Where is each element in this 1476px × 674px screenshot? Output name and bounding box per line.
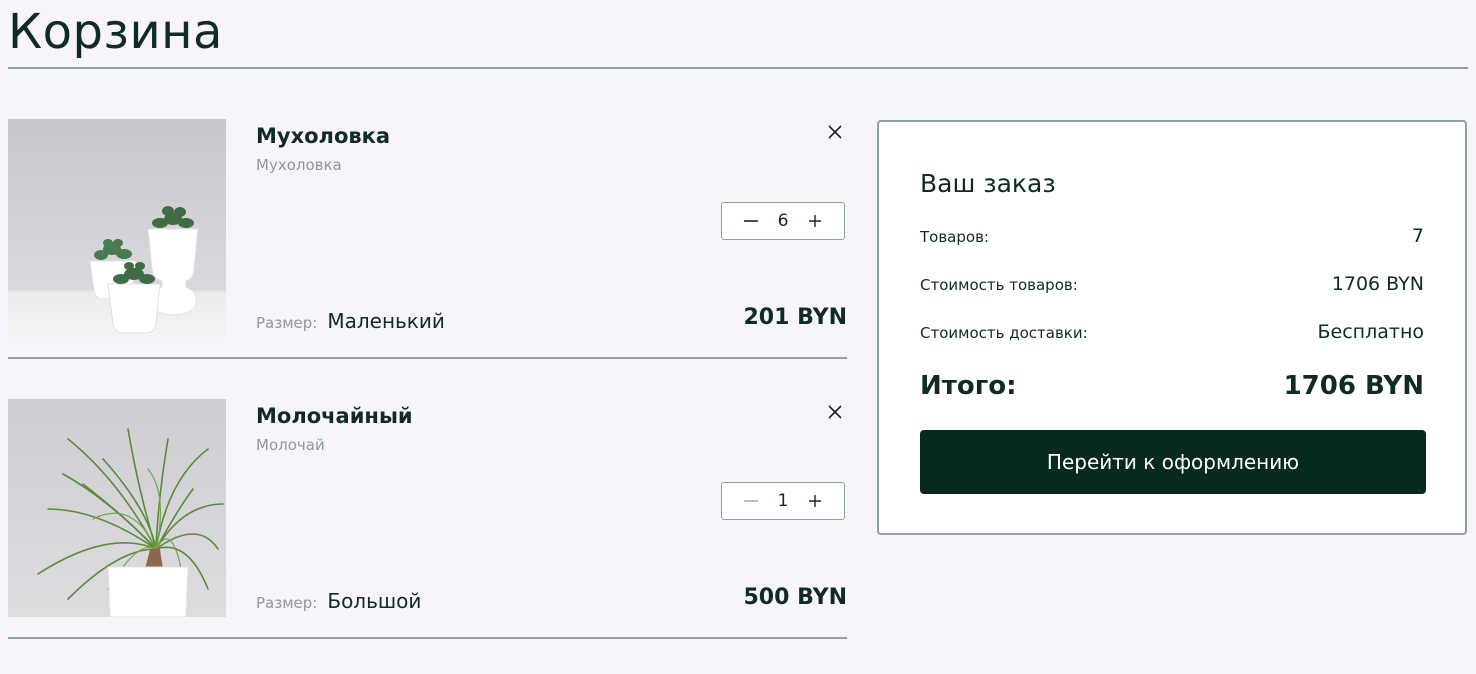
- checkout-button[interactable]: Перейти к оформлению: [920, 430, 1426, 494]
- quantity-value: 6: [777, 211, 789, 231]
- cart-item: Молочайный Молочай 1 Размер: Большой 500…: [8, 399, 847, 639]
- increase-quantity-button[interactable]: [806, 492, 824, 510]
- total-value: 1706 BYN: [1283, 371, 1424, 401]
- order-summary: Ваш заказ Товаров: 7 Стоимость товаров: …: [877, 120, 1467, 535]
- item-divider: [8, 637, 847, 639]
- plus-icon: [808, 215, 821, 227]
- product-subtitle: Мухоловка: [256, 156, 342, 174]
- items-count-value: 7: [1411, 225, 1424, 247]
- minus-icon: [744, 220, 758, 222]
- size-value: Большой: [327, 589, 422, 613]
- minus-icon: [744, 500, 758, 502]
- goods-cost-label: Стоимость товаров:: [920, 276, 1078, 294]
- remove-item-button[interactable]: [824, 401, 846, 423]
- size-value: Маленький: [327, 309, 445, 333]
- total-label: Итого:: [920, 371, 1017, 401]
- quantity-stepper: 1: [721, 482, 845, 520]
- product-subtitle: Молочай: [256, 436, 325, 454]
- quantity-value: 1: [777, 491, 789, 511]
- close-icon: [828, 125, 842, 139]
- item-divider: [8, 357, 847, 359]
- items-count-label: Товаров:: [920, 228, 989, 246]
- order-delivery-row: Стоимость доставки: Бесплатно: [920, 321, 1424, 343]
- plus-icon: [808, 495, 821, 507]
- order-summary-title: Ваш заказ: [920, 169, 1056, 198]
- title-divider: [8, 67, 1468, 69]
- decrease-quantity-button[interactable]: [742, 492, 760, 510]
- cart-list: Мухоловка Мухоловка 6 Размер: Маленький: [8, 119, 847, 639]
- remove-item-button[interactable]: [824, 121, 846, 143]
- item-price: 500 BYN: [743, 585, 848, 610]
- size-label: Размер:: [256, 594, 318, 612]
- product-image-ponytail-palm[interactable]: [8, 399, 226, 617]
- decrease-quantity-button[interactable]: [742, 212, 760, 230]
- close-icon: [828, 405, 842, 419]
- size-row: Размер: Большой: [256, 589, 421, 613]
- delivery-cost-label: Стоимость доставки:: [920, 324, 1088, 342]
- size-label: Размер:: [256, 314, 318, 332]
- size-row: Размер: Маленький: [256, 309, 445, 333]
- cart-item: Мухоловка Мухоловка 6 Размер: Маленький: [8, 119, 847, 359]
- quantity-stepper: 6: [721, 202, 845, 240]
- order-total-row: Итого: 1706 BYN: [920, 371, 1424, 401]
- item-price: 201 BYN: [743, 305, 848, 330]
- product-name[interactable]: Молочайный: [256, 404, 413, 428]
- page-title: Корзина: [8, 4, 223, 60]
- goods-cost-value: 1706 BYN: [1331, 273, 1424, 295]
- delivery-cost-value: Бесплатно: [1317, 321, 1425, 343]
- product-image-succulents[interactable]: [8, 119, 226, 337]
- order-goods-cost-row: Стоимость товаров: 1706 BYN: [920, 273, 1424, 295]
- increase-quantity-button[interactable]: [806, 212, 824, 230]
- order-items-count-row: Товаров: 7: [920, 225, 1424, 247]
- product-name[interactable]: Мухоловка: [256, 124, 390, 148]
